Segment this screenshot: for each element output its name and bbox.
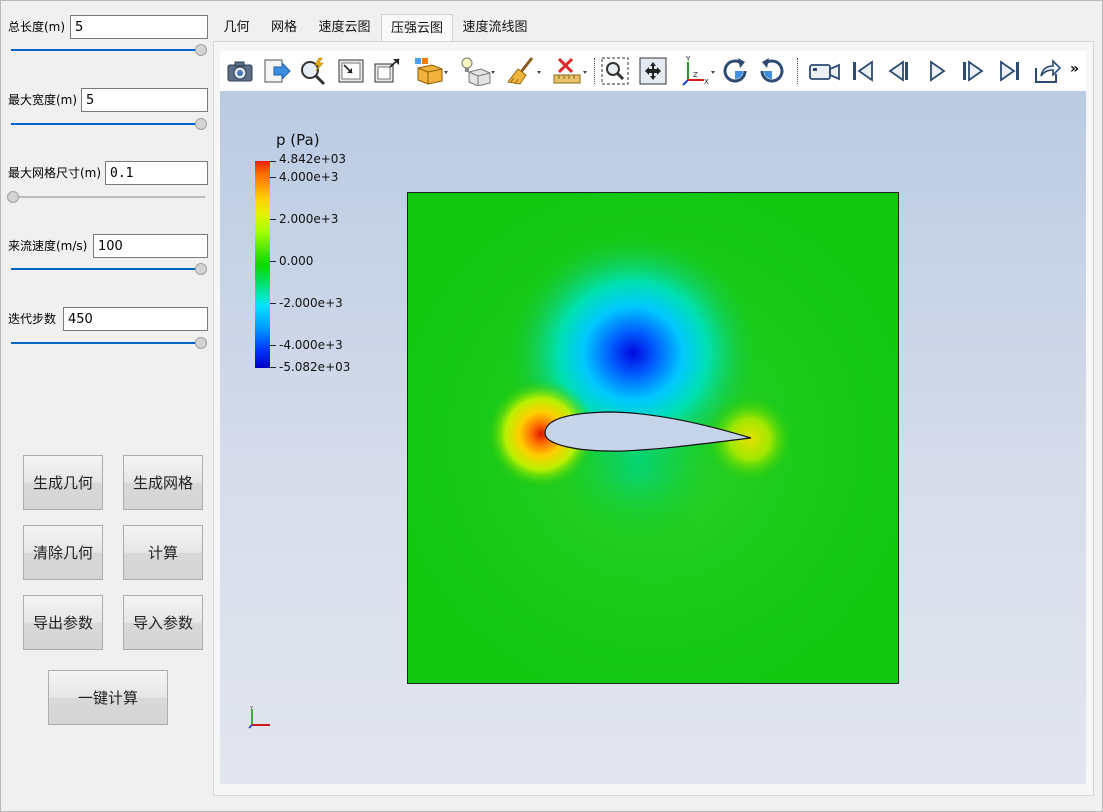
step-forward-icon[interactable]	[958, 56, 988, 86]
max-mesh-size-label: 最大网格尺寸(m)	[8, 166, 102, 180]
legend-tick-label: -4.000e+3	[279, 338, 343, 352]
iteration-steps-slider[interactable]	[11, 336, 207, 350]
color-cube-icon[interactable]	[413, 56, 449, 86]
axes-icon[interactable]: Y Z X	[680, 56, 716, 86]
orientation-axes-icon: Y	[248, 706, 270, 729]
camera-record-icon[interactable]	[808, 56, 842, 86]
rotate-ccw-icon[interactable]	[757, 56, 787, 86]
legend-tick-label: 0.000	[279, 254, 314, 268]
fit-view-icon[interactable]	[638, 56, 668, 86]
zoom-box-icon[interactable]	[336, 56, 366, 86]
rotate-cw-icon[interactable]	[720, 56, 750, 86]
legend-tick-label: -2.000e+3	[279, 296, 343, 310]
legend-max-label: 4.842e+03	[279, 152, 347, 166]
generate-mesh-button[interactable]: 生成网格	[123, 455, 203, 510]
zoom-select-icon[interactable]	[600, 56, 630, 86]
tab-pressure-contour[interactable]: 压强云图	[381, 14, 453, 41]
export-arrow-icon[interactable]	[262, 56, 292, 86]
slider-handle[interactable]	[195, 118, 207, 130]
import-params-button[interactable]: 导入参数	[123, 595, 203, 650]
max-mesh-size-input[interactable]: 0.1	[105, 161, 208, 185]
pressure-field	[407, 192, 899, 684]
inflow-velocity-label: 来流速度(m/s)	[8, 239, 88, 253]
scalar-color-bar	[255, 161, 270, 368]
tab-velocity-contour[interactable]: 速度云图	[308, 14, 381, 41]
vtk-toolbar: Y Z X »	[220, 51, 1086, 91]
magnify-zap-icon[interactable]	[298, 56, 328, 86]
total-length-label: 总长度(m)	[8, 20, 66, 34]
delete-ruler-icon[interactable]	[552, 56, 588, 86]
iteration-steps-input[interactable]: 450	[63, 307, 208, 331]
total-length-input[interactable]: 5	[70, 15, 208, 39]
legend-min-label: -5.082e+03	[279, 360, 351, 374]
toolbar-separator	[594, 58, 595, 84]
slider-handle[interactable]	[195, 44, 207, 56]
max-mesh-size-slider[interactable]	[7, 190, 205, 204]
slider-handle[interactable]	[195, 337, 207, 349]
max-width-slider[interactable]	[11, 117, 207, 131]
legend-tick-label: 2.000e+3	[279, 212, 339, 226]
toolbar-separator	[797, 58, 798, 84]
svg-text:Y: Y	[249, 706, 254, 712]
first-frame-icon[interactable]	[848, 56, 878, 86]
svg-text:Z: Z	[693, 71, 698, 79]
share-icon[interactable]	[1032, 56, 1062, 86]
last-frame-icon[interactable]	[995, 56, 1025, 86]
tab-mesh[interactable]: 网格	[260, 14, 308, 41]
svg-text:Y: Y	[685, 56, 691, 63]
legend-tick-label: 4.000e+3	[279, 170, 339, 184]
total-length-slider[interactable]	[11, 43, 207, 57]
legend-title: p (Pa)	[276, 131, 320, 149]
max-width-input[interactable]: 5	[81, 88, 208, 112]
iteration-steps-label: 迭代步数	[8, 312, 57, 326]
camera-icon[interactable]	[225, 56, 255, 86]
light-cube-icon[interactable]	[460, 56, 496, 86]
play-icon[interactable]	[922, 56, 952, 86]
inflow-velocity-input[interactable]: 100	[93, 234, 208, 258]
step-back-icon[interactable]	[884, 56, 914, 86]
one-click-compute-button[interactable]: 一键计算	[48, 670, 168, 725]
tab-geometry[interactable]: 几何	[213, 14, 260, 41]
tab-streamline[interactable]: 速度流线图	[453, 14, 537, 41]
svg-text:X: X	[704, 78, 709, 86]
broom-icon[interactable]	[506, 56, 542, 86]
max-width-label: 最大宽度(m)	[8, 93, 78, 107]
slider-handle[interactable]	[195, 263, 207, 275]
slider-handle[interactable]	[7, 191, 19, 203]
export-params-button[interactable]: 导出参数	[23, 595, 103, 650]
compute-button[interactable]: 计算	[123, 525, 203, 580]
clear-geometry-button[interactable]: 清除几何	[23, 525, 103, 580]
generate-geometry-button[interactable]: 生成几何	[23, 455, 103, 510]
render-viewport[interactable]: p (Pa) 4.842e+03 4.000e+3 2.000e+3 0.000…	[220, 91, 1086, 784]
toolbar-overflow-icon[interactable]: »	[1070, 61, 1079, 77]
expand-box-icon[interactable]	[372, 56, 402, 86]
inflow-velocity-slider[interactable]	[11, 262, 207, 276]
